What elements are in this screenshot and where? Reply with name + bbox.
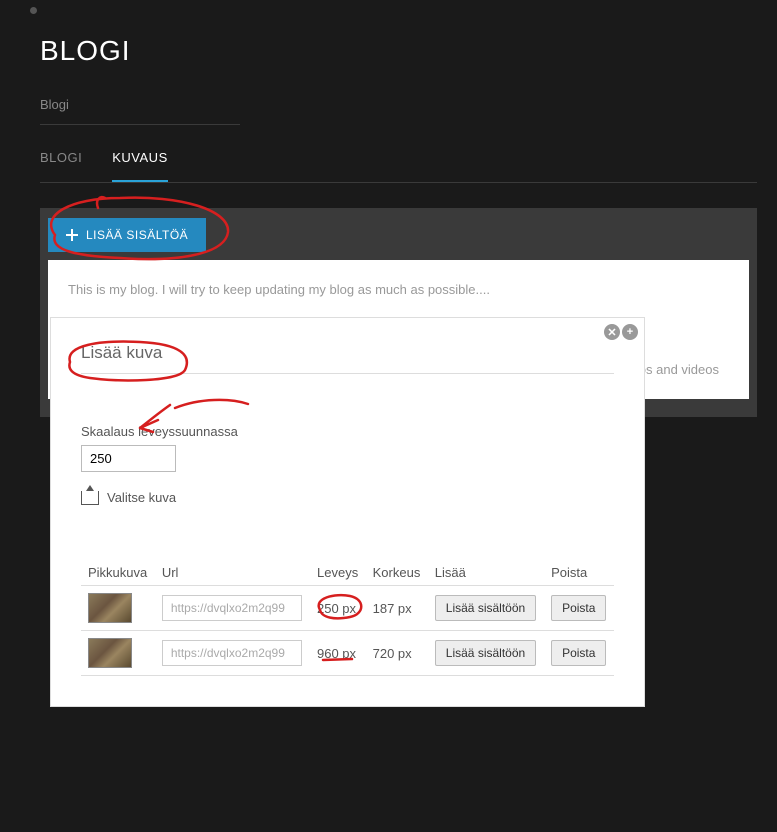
- col-thumb: Pikkukuva: [81, 560, 155, 586]
- height-cell: 720 px: [366, 631, 428, 676]
- close-icon[interactable]: ✕: [604, 324, 620, 340]
- thumbnail-image: [88, 638, 132, 668]
- tab-blogi[interactable]: BLOGI: [40, 150, 82, 182]
- image-table: Pikkukuva Url Leveys Korkeus Lisää Poist…: [81, 560, 614, 676]
- col-url: Url: [155, 560, 310, 586]
- choose-image-button[interactable]: Valitse kuva: [81, 490, 614, 505]
- plus-icon: [66, 229, 78, 241]
- scale-label: Skaalaus leveyssuunnassa: [81, 424, 614, 439]
- width-cell: 960 px: [310, 631, 366, 676]
- add-content-label: LISÄÄ SISÄLTÖÄ: [86, 228, 188, 242]
- remove-button[interactable]: Poista: [551, 640, 606, 666]
- add-to-content-button[interactable]: Lisää sisältöön: [435, 595, 536, 621]
- blog-intro-text: This is my blog. I will try to keep upda…: [68, 280, 729, 300]
- col-width: Leveys: [310, 560, 366, 586]
- add-image-modal: ✕ + Lisää kuva Skaalaus leveyssuunnassa …: [50, 317, 645, 707]
- width-cell: 250 px: [310, 586, 366, 631]
- table-row: 250 px 187 px Lisää sisältöön Poista: [81, 586, 614, 631]
- modal-controls: ✕ +: [604, 324, 638, 340]
- page-title: BLOGI: [40, 35, 757, 67]
- thumbnail-image: [88, 593, 132, 623]
- remove-button[interactable]: Poista: [551, 595, 606, 621]
- tabs: BLOGI KUVAUS: [40, 150, 757, 183]
- height-cell: 187 px: [366, 586, 428, 631]
- col-remove: Poista: [544, 560, 614, 586]
- url-input[interactable]: [162, 595, 302, 621]
- add-content-button[interactable]: LISÄÄ SISÄLTÖÄ: [48, 218, 206, 252]
- tab-kuvaus[interactable]: KUVAUS: [112, 150, 168, 182]
- col-add: Lisää: [428, 560, 544, 586]
- breadcrumb[interactable]: Blogi: [40, 97, 240, 125]
- choose-image-label: Valitse kuva: [107, 490, 176, 505]
- table-row: 960 px 720 px Lisää sisältöön Poista: [81, 631, 614, 676]
- table-header-row: Pikkukuva Url Leveys Korkeus Lisää Poist…: [81, 560, 614, 586]
- col-height: Korkeus: [366, 560, 428, 586]
- expand-icon[interactable]: +: [622, 324, 638, 340]
- window-dot-icon: [30, 7, 37, 14]
- modal-title: Lisää kuva: [81, 343, 614, 374]
- window-titlebar: [0, 0, 777, 20]
- url-input[interactable]: [162, 640, 302, 666]
- upload-icon: [81, 491, 99, 505]
- add-to-content-button[interactable]: Lisää sisältöön: [435, 640, 536, 666]
- scale-input[interactable]: [81, 445, 176, 472]
